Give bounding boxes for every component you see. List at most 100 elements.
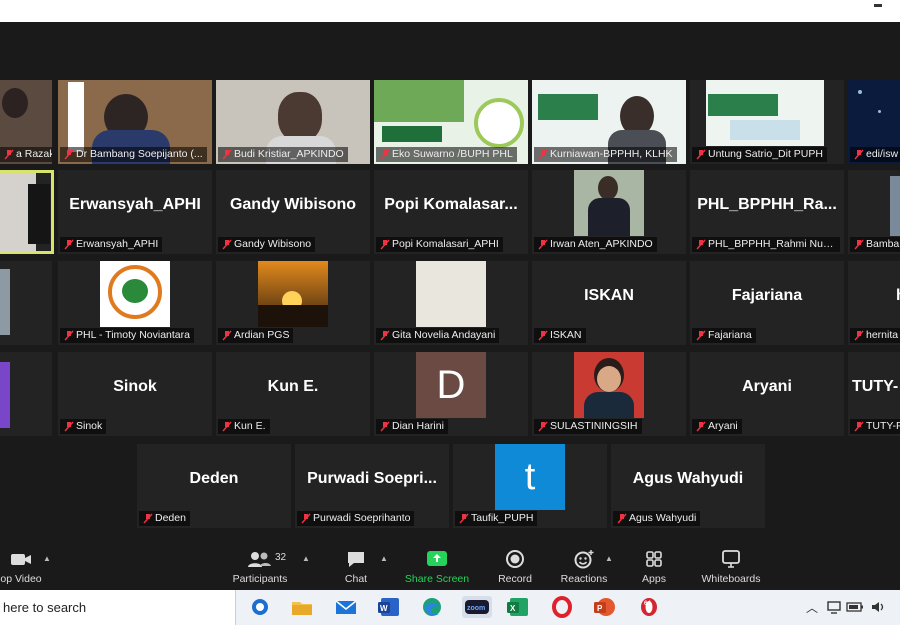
reactions-smile-icon [574,550,594,569]
participant-name: Agus Wahyudi [613,511,701,526]
participant-tile[interactable]: Purwadi Soepri... Purwadi Soeprihanto [295,444,449,528]
participant-name: Irwan Aten_APKINDO [534,237,657,252]
stop-video-button[interactable]: op Video [0,538,48,590]
participant-tile[interactable]: Popi Komalasar... Popi Komalasari_APHI [374,170,528,254]
participant-name: a Razak [0,147,52,162]
participant-tile[interactable]: Bamba [848,170,900,254]
file-explorer-icon[interactable] [290,596,314,618]
svg-text:W: W [380,604,388,613]
participant-tile[interactable]: Irwan Aten_APKINDO [532,170,686,254]
participant-name: Purwadi Soeprihanto [297,511,415,526]
participant-tile[interactable]: t Taufik_PUPH [453,444,607,528]
participant-name: Ardian PGS [218,328,294,343]
chevron-up-icon[interactable]: ▲ [380,554,388,563]
edge-browser-icon[interactable] [420,596,444,618]
chevron-up-icon[interactable]: ▲ [605,554,613,563]
excel-icon[interactable]: X [506,596,530,618]
participant-tile[interactable]: Eko Suwarno /BUPH PHL [374,80,528,164]
participants-label: Participants [232,573,288,585]
participant-display-name: Gandy Wibisono [229,196,357,213]
opera-gx-icon[interactable]: 64 [637,596,661,618]
participant-name: Deden [139,511,190,526]
participants-count: 32 [275,552,287,563]
participant-display-name: Purwadi Soepri... [307,470,437,487]
participant-name: Gandy Wibisono [218,237,316,252]
participant-name: Taufik_PUPH [455,511,538,526]
participant-tile[interactable]: Agus Wahyudi Agus Wahyudi [611,444,765,528]
chevron-up-icon[interactable]: ︿ [806,599,818,616]
whiteboard-icon [722,550,740,568]
participant-tile[interactable]: h hernita [848,261,900,345]
reactions-button[interactable]: Reactions [558,538,610,590]
network-icon[interactable] [826,599,842,615]
chevron-up-icon[interactable]: ▲ [302,554,310,563]
participant-name: Kurniawan-BPPHH, KLHK [534,147,677,162]
participant-name: Budi Kristiar_APKINDO [218,147,348,162]
participant-tile[interactable]: a Razak [0,80,52,164]
avatar-initial: t [495,444,565,510]
participant-tile[interactable] [0,352,52,436]
participant-tile[interactable]: Fajariana Fajariana [690,261,844,345]
participant-display-name: Erwansyah_APHI [69,196,201,213]
participant-tile[interactable]: Dr Bambang Soepijanto (... [58,80,212,164]
chat-label: Chat [344,573,368,585]
battery-icon[interactable] [846,600,864,614]
profile-photo [574,352,644,418]
share-screen-button[interactable]: Share Screen [400,538,474,590]
participant-name: Dian Harini [376,419,448,434]
apps-button[interactable]: Apps [636,538,672,590]
participant-tile[interactable]: Kurniawan-BPPHH, KLHK [532,80,686,164]
participant-tile[interactable]: Erwansyah_APHI Erwansyah_APHI [58,170,212,254]
participant-tile[interactable]: Gita Novelia Andayani [374,261,528,345]
mail-icon[interactable] [334,596,358,618]
minimize-mark[interactable] [874,4,882,7]
chat-button[interactable]: Chat [334,538,378,590]
participant-tile[interactable]: Gandy Wibisono Gandy Wibisono [216,170,370,254]
avatar-initial: D [416,352,486,418]
zoom-meeting-window: a Razak Dr Bambang Soepijanto (... Budi … [0,0,900,590]
zoom-app-icon[interactable]: zoom [462,596,492,618]
participant-tile[interactable]: Ardian PGS [216,261,370,345]
participant-tile[interactable]: ISKAN ISKAN [532,261,686,345]
svg-text:P: P [597,604,603,613]
participant-tile[interactable]: TUTY- TUTY-F [848,352,900,436]
participant-display-name: h [848,287,900,305]
participant-tile[interactable]: Kun E. Kun E. [216,352,370,436]
word-icon[interactable]: W [377,596,401,618]
participant-tile[interactable]: PHL_BPPHH_Ra... PHL_BPPHH_Rahmi Nurhi... [690,170,844,254]
taskbar-search-box[interactable]: here to search [0,590,236,625]
powerpoint-icon[interactable]: P [593,596,617,618]
participant-tile[interactable]: Sinok Sinok [58,352,212,436]
participant-name: Fajariana [692,328,756,343]
participant-display-name: Kun E. [267,378,319,395]
participant-name: Popi Komalasari_APHI [376,237,503,252]
whiteboards-button[interactable]: Whiteboards [698,538,764,590]
participant-tile[interactable]: PHL - Timoty Noviantara [58,261,212,345]
chevron-up-icon[interactable]: ▲ [43,554,51,563]
participant-display-name: Aryani [742,378,792,395]
participant-tile[interactable]: Untung Satrio_Dit PUPH [690,80,844,164]
participant-tile[interactable]: D Dian Harini [374,352,528,436]
svg-text:X: X [510,604,516,613]
participant-tile[interactable] [0,261,52,345]
profile-photo [100,261,170,327]
participant-tile[interactable]: Deden Deden [137,444,291,528]
participant-name: PHL - Timoty Noviantara [60,328,194,343]
participant-tile[interactable]: SULASTININGSIH [532,352,686,436]
participant-name: hernita [850,328,900,343]
participant-tile[interactable]: edi/isw [848,80,900,164]
participant-display-name: Agus Wahyudi [632,470,744,487]
participant-tile[interactable]: Aryani Aryani [690,352,844,436]
video-camera-icon [11,554,31,565]
record-button[interactable]: Record [492,538,538,590]
volume-icon[interactable] [870,599,886,615]
participant-tile-speaking[interactable] [0,170,54,254]
record-icon [506,550,524,568]
participant-name: Dr Bambang Soepijanto (... [60,147,207,162]
participants-icon [248,552,271,567]
cortana-app-icon[interactable] [248,596,272,618]
participant-tile[interactable]: Budi Kristiar_APKINDO [216,80,370,164]
participant-name: Kun E. [218,419,270,434]
opera-icon[interactable] [550,596,574,618]
participants-button[interactable]: Participants [228,538,292,590]
